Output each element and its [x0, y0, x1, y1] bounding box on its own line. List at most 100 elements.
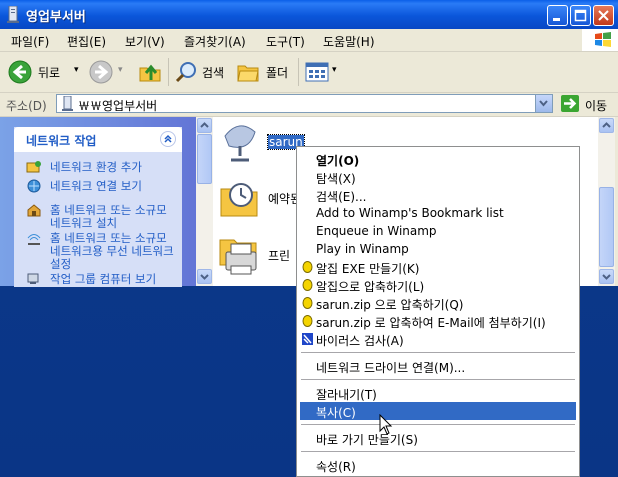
alzip-icon — [302, 261, 313, 273]
add-network-place-icon — [26, 161, 41, 173]
task-pane-scrollbar[interactable] — [196, 117, 213, 286]
menu-view[interactable]: 보기(V) — [125, 33, 165, 50]
menu-item-alzip-exe[interactable]: 알집 EXE 만들기(K) — [300, 258, 576, 276]
back-button[interactable]: 뒤로 ▾ — [8, 60, 84, 84]
menu-separator — [301, 352, 575, 353]
folder-icon — [237, 65, 259, 82]
context-menu: 열기(O) 탐색(X) 검색(E)... Add to Winamp's Boo… — [296, 146, 580, 477]
alzip-icon — [302, 279, 313, 291]
scroll-thumb[interactable] — [599, 187, 614, 267]
back-dropdown-icon[interactable]: ▾ — [74, 65, 79, 75]
go-button[interactable] — [561, 95, 579, 112]
scheduled-tasks-icon[interactable] — [219, 175, 259, 219]
menu-item-virus-scan[interactable]: 바이러스 검사(A) — [300, 330, 576, 348]
views-icon — [305, 62, 329, 82]
back-arrow-icon — [8, 60, 32, 84]
server-icon — [7, 6, 19, 23]
windows-logo-icon — [582, 29, 618, 51]
chevron-down-icon — [602, 274, 611, 280]
network-tasks-panel: 네트워크 작업 네트워크 환경 추가 네트워크 연결 보기 홈 네트워크 또는 … — [14, 127, 182, 287]
network-connections-icon — [27, 179, 41, 193]
toolbar: 뒤로 ▾ ▾ 검색 폴더 ▾ — [0, 52, 618, 93]
chevron-up-icon — [200, 122, 209, 128]
search-label: 검색 — [202, 66, 225, 80]
address-input[interactable]: ￦￦영업부서버 — [56, 94, 553, 113]
network-share-icon[interactable] — [221, 120, 259, 164]
scroll-up-button[interactable] — [197, 118, 212, 133]
scroll-up-button[interactable] — [599, 118, 614, 133]
menu-item-alzip-compress[interactable]: 알집으로 압축하기(L) — [300, 276, 576, 294]
taskpane-link[interactable]: 네트워크 환경 추가 — [50, 161, 178, 174]
server-icon — [62, 96, 73, 111]
chevron-down-icon — [200, 274, 209, 280]
search-button[interactable]: 검색 — [175, 60, 231, 84]
menu-tools[interactable]: 도구(T) — [266, 33, 305, 50]
go-label[interactable]: 이동 — [585, 97, 607, 114]
menu-item-compress-zip[interactable]: sarun.zip 으로 압축하기(Q) — [300, 294, 576, 312]
menu-item-search[interactable]: 검색(E)... — [300, 186, 576, 204]
title-bar[interactable]: 영업부서버 — [0, 0, 618, 29]
maximize-button[interactable] — [570, 5, 591, 26]
forward-dropdown-icon[interactable]: ▾ — [118, 65, 123, 75]
address-value: ￦￦영업부서버 — [78, 99, 158, 113]
network-tasks-title: 네트워크 작업 — [26, 134, 97, 148]
collapse-button[interactable] — [160, 131, 176, 147]
menu-item-copy[interactable]: 복사(C) — [300, 402, 576, 420]
menu-item-map-network-drive[interactable]: 네트워크 드라이브 연결(M)... — [300, 357, 576, 375]
menu-item-cut[interactable]: 잘라내기(T) — [300, 384, 576, 402]
file-list-scrollbar[interactable] — [598, 117, 615, 286]
close-icon — [598, 10, 609, 21]
folders-label: 폴더 — [266, 66, 289, 80]
menu-item-create-shortcut[interactable]: 바로 가기 만들기(S) — [300, 429, 576, 447]
menu-item-open[interactable]: 열기(O) — [300, 150, 576, 168]
home-network-icon — [27, 204, 41, 217]
wireless-network-icon — [27, 234, 41, 245]
menu-item-winamp-play[interactable]: Play in Winamp — [300, 240, 576, 258]
toolbar-separator — [298, 58, 299, 86]
mouse-cursor-icon — [379, 414, 393, 435]
taskpane-link[interactable]: 네트워크 연결 보기 — [50, 180, 178, 193]
workgroup-computers-icon — [27, 273, 39, 284]
menu-item-winamp-enqueue[interactable]: Enqueue in Winamp — [300, 222, 576, 240]
menu-separator — [301, 424, 575, 425]
menu-help[interactable]: 도움말(H) — [323, 33, 375, 50]
up-folder-button[interactable] — [138, 60, 162, 84]
printers-icon[interactable] — [218, 230, 262, 278]
menu-item-compress-email[interactable]: sarun.zip 로 압축하여 E-Mail에 첨부하기(I) — [300, 312, 576, 330]
menu-favorites[interactable]: 즐겨찾기(A) — [184, 33, 246, 50]
taskpane-link[interactable]: 홈 네트워크 또는 소규모 네트워크용 무선 네트워크 설정 — [50, 232, 178, 271]
address-bar: 주소(D) ￦￦영업부서버 이동 — [0, 93, 618, 117]
taskpane-link[interactable]: 홈 네트워크 또는 소규모 네트워크 설치 — [50, 204, 178, 230]
search-icon — [175, 62, 196, 83]
network-tasks-header[interactable]: 네트워크 작업 — [14, 127, 182, 152]
alzip-icon — [302, 297, 313, 309]
scroll-thumb[interactable] — [197, 134, 212, 184]
minimize-icon — [553, 18, 560, 21]
taskpane-link[interactable]: 작업 그룹 컴퓨터 보기 — [50, 273, 178, 286]
forward-button[interactable]: ▾ — [89, 60, 127, 84]
menu-separator — [301, 379, 575, 380]
folders-button[interactable]: 폴더 — [236, 60, 292, 84]
menu-item-properties[interactable]: 속성(R) — [300, 456, 576, 474]
views-dropdown-icon: ▾ — [332, 65, 337, 75]
task-pane: 네트워크 작업 네트워크 환경 추가 네트워크 연결 보기 홈 네트워크 또는 … — [0, 117, 196, 287]
back-label: 뒤로 — [38, 66, 61, 80]
chevron-down-icon — [539, 100, 548, 107]
minimize-button[interactable] — [547, 5, 568, 26]
forward-arrow-icon — [89, 60, 113, 84]
menu-item-winamp-bookmark[interactable]: Add to Winamp's Bookmark list — [300, 204, 576, 222]
scroll-down-button[interactable] — [197, 269, 212, 284]
close-button[interactable] — [593, 5, 614, 26]
menu-separator — [301, 451, 575, 452]
scroll-down-button[interactable] — [599, 269, 614, 284]
address-dropdown-button[interactable] — [535, 95, 552, 112]
alzip-icon — [302, 315, 313, 327]
window-title: 영업부서버 — [26, 10, 86, 25]
item-label[interactable]: 프린 — [268, 247, 290, 264]
chevron-up-icon — [164, 134, 172, 143]
menu-item-explore[interactable]: 탐색(X) — [300, 168, 576, 186]
views-button[interactable]: ▾ — [305, 60, 341, 84]
menu-file[interactable]: 파일(F) — [11, 33, 49, 50]
menu-bar: 파일(F) 편집(E) 보기(V) 즐겨찾기(A) 도구(T) 도움말(H) — [0, 29, 618, 52]
menu-edit[interactable]: 편집(E) — [67, 33, 106, 50]
